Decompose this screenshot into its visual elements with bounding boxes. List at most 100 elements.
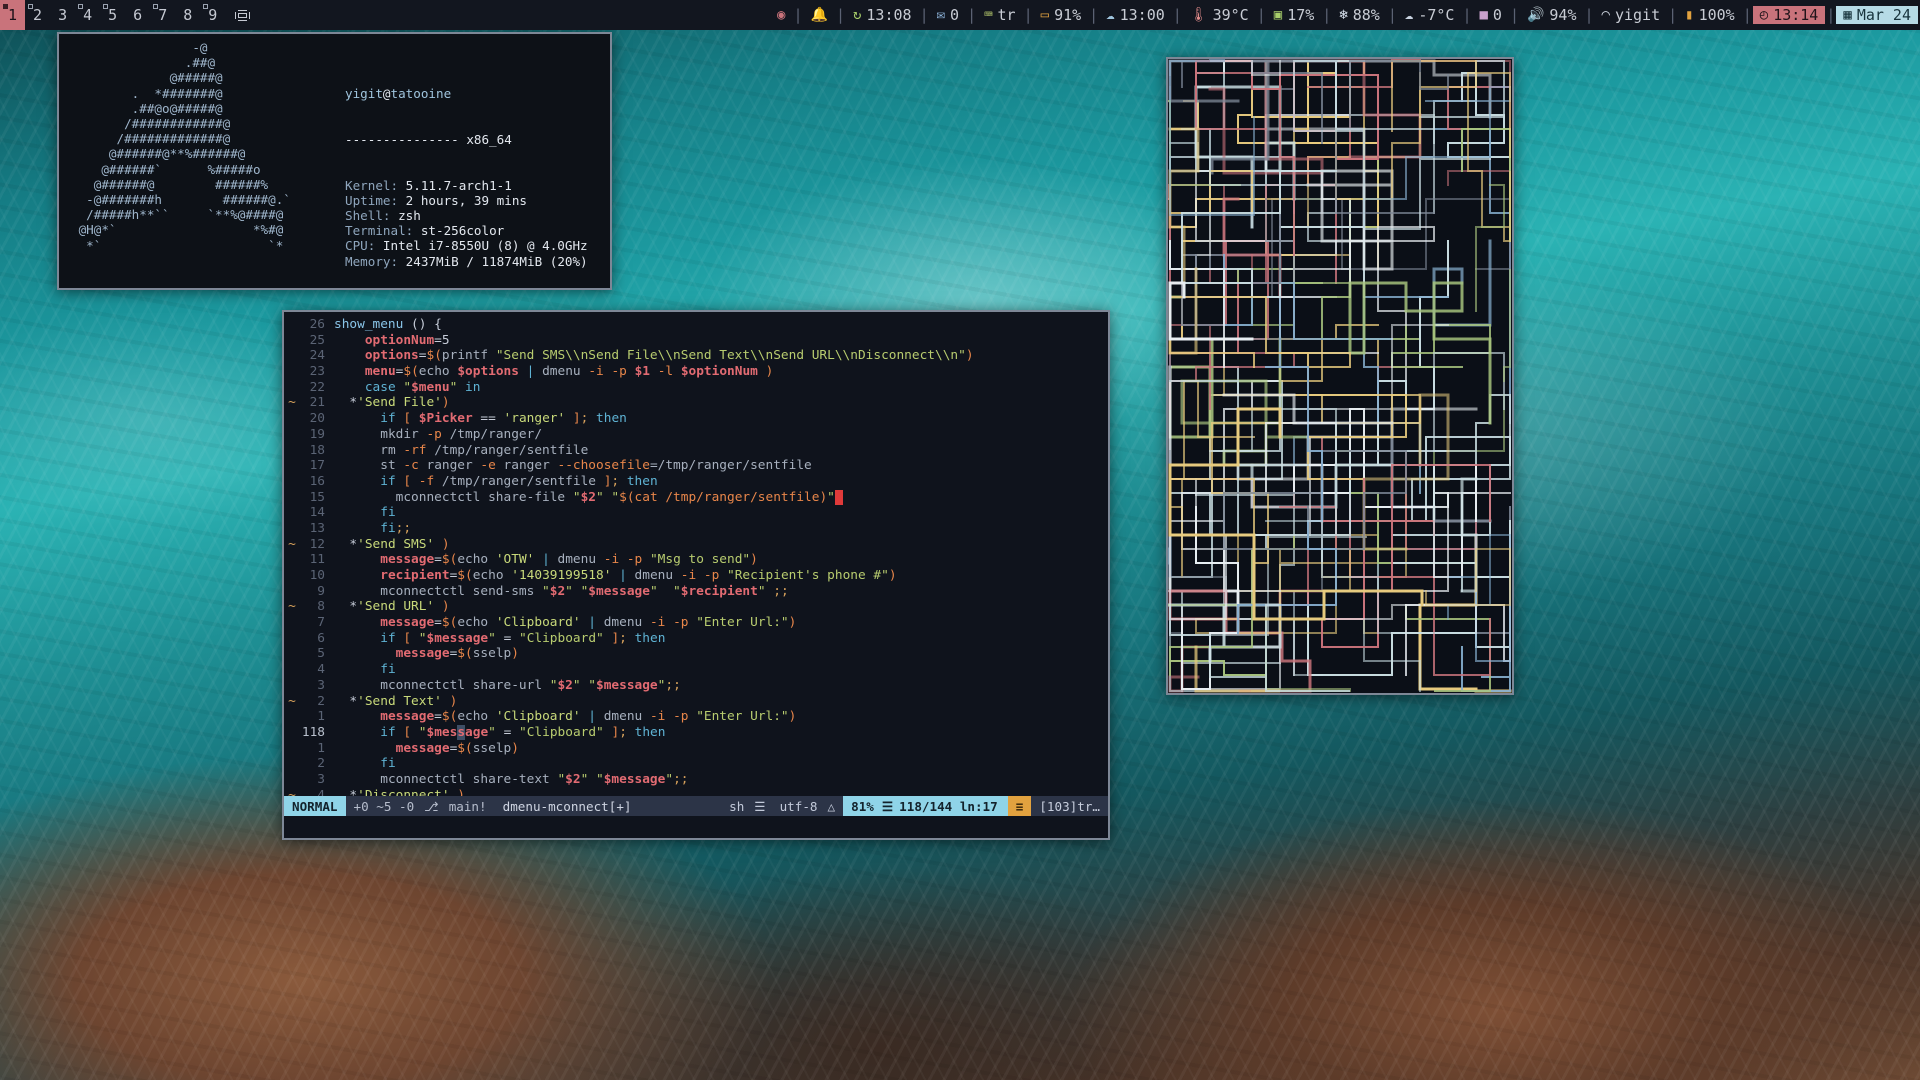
status-module-clock[interactable]: ◴ 13:14: [1752, 6, 1826, 24]
code-token: ): [511, 646, 519, 662]
line-number: 3: [317, 677, 325, 693]
code-line[interactable]: ~2 *'Send Text' ): [284, 694, 1108, 710]
code-line[interactable]: 6 if [ "$message" = "Clipboard" ]; then: [284, 631, 1108, 647]
module-separator: |: [1172, 6, 1182, 24]
line-content: mconnectctl share-file "$2" "$(cat /tmp/…: [334, 489, 843, 506]
code-line[interactable]: 19 mkdir -p /tmp/ranger/: [284, 427, 1108, 443]
status-module-weather[interactable]: ☁ -7°C: [1398, 6, 1462, 24]
code-line[interactable]: 20 if [ $Picker == 'ranger' ]; then: [284, 411, 1108, 427]
code-token: 'Send SMS': [357, 536, 435, 552]
status-module-package[interactable]: ■ 0: [1472, 6, 1508, 24]
code-token: 'Send File': [357, 395, 442, 411]
workspace-tag-8[interactable]: 8: [175, 0, 200, 30]
code-token: echo: [418, 364, 458, 380]
status-module-volume[interactable]: 🔊 94%: [1520, 6, 1584, 24]
status-module-bell[interactable]: 🔔: [804, 8, 835, 22]
status-module-cpu[interactable]: ▣ 17%: [1267, 6, 1322, 24]
status-module-wifi[interactable]: ◠ yigit: [1595, 6, 1668, 24]
code-line[interactable]: 14 fi: [284, 505, 1108, 521]
code-token: =: [434, 552, 442, 568]
workspace-tag-4[interactable]: 4: [75, 0, 100, 30]
code-token: mconnectctl share-file: [395, 489, 573, 505]
workspace-tag-6[interactable]: 6: [125, 0, 150, 30]
status-module-laptop[interactable]: ▭ 91%: [1034, 6, 1089, 24]
code-line[interactable]: 7 message=$(echo 'Clipboard' | dmenu -i …: [284, 615, 1108, 631]
code-line[interactable]: ~12 *'Send SMS' ): [284, 537, 1108, 553]
status-module-snowflake[interactable]: ❄ 88%: [1332, 6, 1387, 24]
workspace-tag-5[interactable]: 5: [100, 0, 125, 30]
neofetch-value: 2 hours, 39 mins: [405, 192, 527, 208]
code-line[interactable]: ~8 *'Send URL' ): [284, 599, 1108, 615]
code-token: 'Send URL': [357, 599, 435, 615]
status-module-cloud[interactable]: ☁ 13:00: [1099, 6, 1172, 24]
code-token: ): [757, 364, 774, 380]
code-token: --choosefile: [557, 458, 650, 474]
code-line[interactable]: 118 if [ "$message" = "Clipboard" ]; the…: [284, 724, 1108, 741]
code-line[interactable]: 2 fi: [284, 756, 1108, 772]
code-token: -i -p: [649, 709, 697, 725]
code-token: ): [434, 599, 450, 615]
line-number: 20: [309, 411, 325, 427]
code-token: -f: [418, 473, 435, 489]
filetype-icon: ☰: [752, 796, 772, 816]
fold-sign: [284, 772, 300, 788]
status-module-thermometer[interactable]: 🌡 39°C: [1183, 6, 1256, 24]
code-line[interactable]: 1 message=$(echo 'Clipboard' | dmenu -i …: [284, 709, 1108, 725]
code-line[interactable]: 22 case "$menu" in: [284, 380, 1108, 396]
code-line[interactable]: 9 mconnectctl send-sms "$2" "$message" "…: [284, 584, 1108, 600]
code-line[interactable]: 3 mconnectctl share-text "$2" "$message"…: [284, 772, 1108, 788]
vim-code-buffer[interactable]: 26 show_menu () {25 optionNum=5 24 options…: [284, 312, 1108, 819]
pipes-maze-window[interactable]: [1166, 57, 1514, 695]
code-line[interactable]: 26 show_menu () {: [284, 317, 1108, 333]
status-module-sync[interactable]: ↻ 13:08: [846, 6, 919, 24]
code-line[interactable]: 18 rm -rf /tmp/ranger/sentfile: [284, 443, 1108, 459]
vim-editor-window[interactable]: 26 show_menu () {25 optionNum=5 24 options…: [282, 310, 1110, 840]
workspace-tag-list: 123456789: [0, 0, 225, 30]
neofetch-row: Kernel: 5.11.7-arch1-1: [345, 178, 588, 193]
workspace-tag-9[interactable]: 9: [200, 0, 225, 30]
workspace-tag-1[interactable]: 1: [0, 0, 26, 30]
code-token: " ": [565, 583, 589, 599]
code-token: -i -p: [588, 364, 635, 380]
code-line[interactable]: 1 message=$(sselp): [284, 741, 1108, 757]
status-module-battery[interactable]: ▮ 100%: [1678, 6, 1742, 24]
code-line[interactable]: 16 if [ -f /tmp/ranger/sentfile ]; then: [284, 474, 1108, 490]
code-line[interactable]: 15 mconnectctl share-file "$2" "$(cat /t…: [284, 489, 1108, 506]
code-token: ]: [603, 724, 620, 740]
neofetch-terminal-window[interactable]: -@ .##@ @#####@ . *#######@ .##@o@#####@…: [57, 32, 612, 348]
code-line[interactable]: 4 fi: [284, 662, 1108, 678]
code-line[interactable]: ~21 *'Send File'): [284, 395, 1108, 411]
code-token: $Picker: [418, 411, 473, 427]
status-module-snowflake-value: 88%: [1352, 6, 1380, 24]
code-line[interactable]: 10 recipient=$(echo '14039199518' | dmen…: [284, 568, 1108, 584]
workspace-tag-2[interactable]: 2: [25, 0, 50, 30]
code-token: |: [518, 364, 543, 380]
code-line[interactable]: 17 st -c ranger -e ranger --choosefile=/…: [284, 458, 1108, 474]
code-line[interactable]: 11 message=$(echo 'OTW' | dmenu -i -p "M…: [284, 552, 1108, 568]
code-line[interactable]: 25 optionNum=5: [284, 333, 1108, 349]
status-module-date[interactable]: ▦ Mar 24: [1836, 6, 1918, 24]
code-line[interactable]: 23 menu=$(echo $options | dmenu -i -p $1…: [284, 364, 1108, 380]
workspace-tag-3[interactable]: 3: [50, 0, 75, 30]
line-number: 2: [317, 693, 325, 709]
layout-indicator[interactable]: [225, 0, 260, 30]
line-number: 4: [317, 662, 325, 678]
code-line[interactable]: 24 options=$(printf "Send SMS\\nSend Fil…: [284, 348, 1108, 364]
status-module-keyboard[interactable]: ⌨ tr: [977, 6, 1023, 24]
status-module-mail[interactable]: ✉ 0: [930, 6, 966, 24]
code-token: ): [750, 552, 758, 568]
line-content: options=$(printf "Send SMS\\nSend File\\…: [334, 348, 974, 364]
status-module-eye[interactable]: ◉: [770, 8, 792, 22]
status-module-cloud-value: 13:00: [1119, 6, 1165, 24]
line-content: message=$(sselp): [334, 646, 519, 662]
code-line[interactable]: 13 fi;;: [284, 521, 1108, 537]
code-line[interactable]: 3 mconnectctl share-url "$2" "$message";…: [284, 678, 1108, 694]
line-number: 3: [317, 771, 325, 787]
workspace-tag-7[interactable]: 7: [150, 0, 175, 30]
status-module-thermometer-value: 39°C: [1212, 6, 1249, 24]
fold-sign: [284, 474, 300, 490]
code-token: fi: [380, 520, 396, 536]
code-line[interactable]: 5 message=$(sselp): [284, 646, 1108, 662]
